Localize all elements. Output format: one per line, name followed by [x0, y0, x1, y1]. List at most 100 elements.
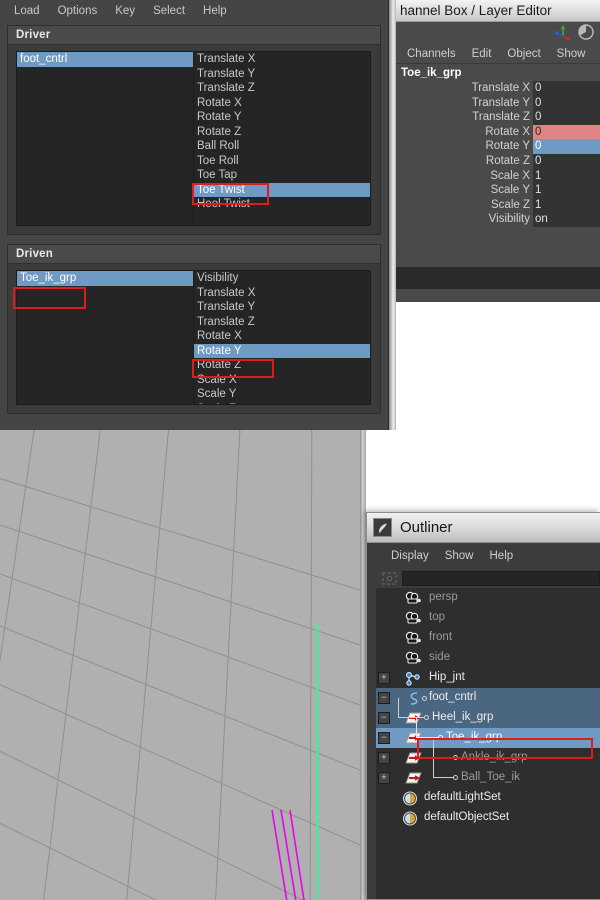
- driven-attr-scale-x[interactable]: Scale X: [194, 373, 370, 388]
- list-item-label: Ankle_ik_grp: [461, 751, 528, 763]
- maya-viewport[interactable]: [0, 430, 360, 900]
- cb-menu-show[interactable]: Show: [550, 47, 593, 61]
- driver-attribute-list[interactable]: Translate X Translate Y Translate Z Rota…: [194, 51, 371, 226]
- list-item[interactable]: + Ball_Toe_ik: [376, 758, 600, 788]
- driver-attr-ball-roll[interactable]: Ball Roll: [194, 139, 370, 154]
- table-row[interactable]: Rotate X 0: [396, 124, 600, 140]
- list-item[interactable]: + Ankle_ik_grp: [376, 738, 600, 768]
- table-row[interactable]: Scale Z 1: [396, 197, 600, 213]
- list-item[interactable]: top: [376, 608, 600, 628]
- table-row[interactable]: Translate Y 0: [396, 95, 600, 111]
- list-item[interactable]: persp: [376, 588, 600, 608]
- list-item-label: persp: [429, 591, 458, 603]
- list-item[interactable]: front: [376, 628, 600, 648]
- driven-attr-scale-z[interactable]: Scale Z: [194, 402, 370, 405]
- driven-attr-rotate-x[interactable]: Rotate X: [194, 329, 370, 344]
- collapse-toggle-icon[interactable]: −: [378, 712, 390, 724]
- cb-value-rotate-z[interactable]: 0: [533, 153, 600, 169]
- cb-value-rotate-y[interactable]: 0: [533, 139, 600, 154]
- collapse-toggle-icon[interactable]: −: [378, 692, 390, 704]
- driver-attr-translate-z[interactable]: Translate Z: [194, 81, 370, 96]
- list-item-label: foot_cntrl: [429, 691, 477, 703]
- outliner-tree[interactable]: persp top front side + Hip_jnt − foot_cn…: [376, 588, 600, 890]
- cb-label-scale-x: Scale X: [490, 169, 530, 182]
- panel-divider[interactable]: [389, 0, 396, 430]
- driven-attr-rotate-y[interactable]: Rotate Y: [194, 343, 370, 358]
- driven-attr-translate-z[interactable]: Translate Z: [194, 315, 370, 330]
- tree-line: [398, 717, 424, 718]
- table-row[interactable]: Translate X 0: [396, 81, 600, 96]
- search-input[interactable]: [402, 570, 600, 586]
- table-row[interactable]: Rotate Z 0: [396, 153, 600, 169]
- table-row[interactable]: Translate Z 0: [396, 110, 600, 125]
- list-item[interactable]: defaultObjectSet: [376, 808, 600, 828]
- menu-options[interactable]: Options: [50, 3, 106, 19]
- outliner-empty-area: [376, 890, 600, 899]
- menu-key[interactable]: Key: [107, 3, 143, 19]
- driver-attr-toe-twist[interactable]: Toe Twist: [194, 182, 370, 197]
- ol-menu-show[interactable]: Show: [438, 549, 481, 563]
- driver-attr-rotate-y[interactable]: Rotate Y: [194, 110, 370, 125]
- menu-help[interactable]: Help: [195, 3, 235, 19]
- collapse-toggle-icon[interactable]: −: [378, 732, 390, 744]
- list-item[interactable]: − foot_cntrl: [376, 688, 600, 708]
- list-item[interactable]: − Heel_ik_grp: [376, 698, 600, 728]
- driver-attr-rotate-z[interactable]: Rotate Z: [194, 125, 370, 140]
- table-row[interactable]: Scale X 1: [396, 168, 600, 184]
- driver-attr-toe-roll[interactable]: Toe Roll: [194, 154, 370, 169]
- driven-attr-rotate-z[interactable]: Rotate Z: [194, 358, 370, 373]
- menu-load[interactable]: Load: [6, 3, 48, 19]
- cb-menu-channels[interactable]: Channels: [400, 47, 463, 61]
- table-row[interactable]: Scale Y 1: [396, 183, 600, 198]
- cb-label-visibility: Visibility: [488, 213, 530, 226]
- driven-lists: Toe_ik_grp Visibility Translate X Transl…: [8, 264, 380, 413]
- cb-menu-edit[interactable]: Edit: [465, 47, 499, 61]
- cb-value-scale-y[interactable]: 1: [533, 183, 600, 198]
- cb-label-scale-y: Scale Y: [490, 184, 530, 197]
- tree-line: [433, 758, 434, 778]
- driven-object-item[interactable]: Toe_ik_grp: [17, 271, 193, 286]
- curve-icon: [405, 691, 423, 706]
- expand-toggle-icon[interactable]: +: [378, 772, 390, 784]
- cb-value-scale-x[interactable]: 1: [533, 168, 600, 184]
- list-item-label: defaultObjectSet: [424, 811, 510, 823]
- driven-object-list[interactable]: Toe_ik_grp: [16, 270, 194, 405]
- driven-attr-scale-y[interactable]: Scale Y: [194, 387, 370, 402]
- driver-object-item[interactable]: foot_cntrl: [17, 52, 193, 67]
- cb-value-translate-y[interactable]: 0: [533, 95, 600, 111]
- cb-value-rotate-x[interactable]: 0: [533, 124, 600, 140]
- driver-lists: foot_cntrl Translate X Translate Y Trans…: [8, 45, 380, 234]
- expand-toggle-icon[interactable]: +: [378, 672, 390, 684]
- list-item[interactable]: side: [376, 648, 600, 668]
- cb-value-scale-z[interactable]: 1: [533, 197, 600, 213]
- driven-attribute-list[interactable]: Visibility Translate X Translate Y Trans…: [194, 270, 371, 405]
- axis-manipulator-icon[interactable]: [555, 24, 572, 43]
- list-item[interactable]: + Hip_jnt: [376, 668, 600, 688]
- driven-attr-translate-x[interactable]: Translate X: [194, 286, 370, 301]
- driven-attr-visibility[interactable]: Visibility: [194, 271, 370, 286]
- selection-filter-icon[interactable]: [381, 571, 398, 586]
- driver-section: Driver foot_cntrl Translate X Translate …: [7, 25, 381, 235]
- ol-menu-display[interactable]: Display: [384, 549, 436, 563]
- menu-select[interactable]: Select: [145, 3, 193, 19]
- driver-attr-translate-y[interactable]: Translate Y: [194, 67, 370, 82]
- list-item[interactable]: defaultLightSet: [376, 788, 600, 808]
- layer-editor-icon[interactable]: [578, 23, 594, 43]
- cb-value-translate-x[interactable]: 0: [533, 81, 600, 96]
- driven-attr-translate-y[interactable]: Translate Y: [194, 300, 370, 315]
- table-row[interactable]: Visibility on: [396, 212, 600, 227]
- cb-value-visibility[interactable]: on: [533, 212, 600, 227]
- expand-toggle-icon[interactable]: +: [378, 752, 390, 764]
- driver-attr-toe-tap[interactable]: Toe Tap: [194, 168, 370, 183]
- driver-attr-translate-x[interactable]: Translate X: [194, 52, 370, 67]
- driver-attr-rotate-x[interactable]: Rotate X: [194, 96, 370, 111]
- cb-value-translate-z[interactable]: 0: [533, 110, 600, 125]
- table-row[interactable]: Rotate Y 0: [396, 139, 600, 154]
- node-dot-icon: [422, 696, 427, 701]
- driver-attr-heel-twist[interactable]: Heel Twist: [194, 197, 370, 212]
- ol-menu-help[interactable]: Help: [483, 549, 521, 563]
- cb-menu-object[interactable]: Object: [500, 47, 547, 61]
- viewport-scene: [0, 430, 360, 900]
- driver-object-list[interactable]: foot_cntrl: [16, 51, 194, 226]
- list-item[interactable]: − Toe_ik_grp: [376, 718, 600, 748]
